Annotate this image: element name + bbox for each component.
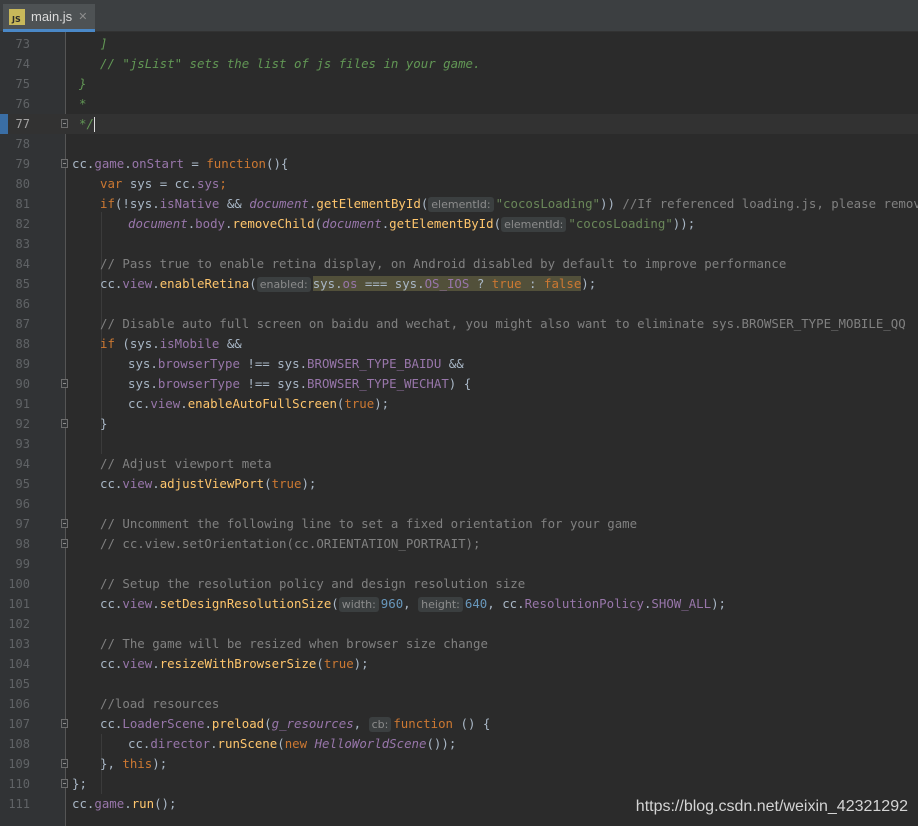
line-number: 102 (8, 617, 30, 631)
line-number: 78 (15, 137, 30, 151)
code-line: * (79, 96, 87, 111)
line-number: 94 (15, 457, 30, 471)
code-editor[interactable]: ] // "jsList" sets the list of js files … (0, 32, 918, 826)
code-line: cc.view.setDesignResolutionSize(width: 96… (100, 596, 727, 612)
js-file-icon: JS (9, 8, 25, 25)
parameter-hint: elementId: (501, 217, 567, 232)
line-number: 81 (15, 197, 30, 211)
code-line: cc.view.enableRetina(enabled: sys.os === … (100, 276, 597, 292)
line-number: 89 (15, 357, 30, 371)
text-caret (93, 117, 95, 132)
code-line: }, this); (0, 754, 918, 774)
code-line: // The game will be resized when browser… (100, 636, 488, 651)
code-line: //load resources (100, 696, 220, 711)
code-line: cc.view.resizeWithBrowserSize(true); (100, 656, 369, 671)
fold-icon[interactable] (61, 539, 68, 548)
code-line: */ (0, 114, 918, 134)
line-number: 92 (15, 417, 30, 431)
line-number: 97 (15, 517, 30, 531)
code-line: sys.browserType !== sys.BROWSER_TYPE_BAI… (128, 356, 464, 371)
line-number: 98 (15, 537, 30, 551)
code-line: if (sys.isMobile && (100, 336, 242, 351)
line-number: 111 (8, 797, 30, 811)
line-number: 86 (15, 297, 30, 311)
line-number: 79 (15, 157, 30, 171)
code-line: // Setup the resolution policy and desig… (100, 576, 526, 591)
line-number: 110 (8, 777, 30, 791)
line-number: 73 (15, 37, 30, 51)
code-line: } (79, 76, 87, 91)
fold-icon[interactable] (61, 719, 68, 728)
line-number: 100 (8, 577, 30, 591)
line-number: 88 (15, 337, 30, 351)
line-number: 90 (15, 377, 30, 391)
line-number: 108 (8, 737, 30, 751)
line-number: 82 (15, 217, 30, 231)
watermark: https://blog.csdn.net/weixin_42321292 (635, 798, 908, 815)
line-number: 77 (15, 117, 30, 131)
code-line: } (0, 414, 918, 434)
line-number: 106 (8, 697, 30, 711)
line-number: 96 (15, 497, 30, 511)
line-number: 95 (15, 477, 30, 491)
editor-tab-bar: JS main.js ✕ (0, 0, 918, 32)
code-line: }; (0, 774, 918, 794)
code-line: document.body.removeChild(document.getEl… (128, 216, 696, 232)
fold-icon[interactable] (61, 759, 68, 768)
fold-icon[interactable] (61, 779, 68, 788)
code-line: var sys = cc.sys; (100, 176, 227, 191)
line-number: 105 (8, 677, 30, 691)
line-number: 107 (8, 717, 30, 731)
fold-icon[interactable] (61, 379, 68, 388)
code-line: // cc.view.setOrientation(cc.ORIENTATION… (0, 534, 918, 554)
code-line: cc.director.runScene(new HelloWorldScene… (128, 736, 457, 751)
code-line: // Adjust viewport meta (100, 456, 272, 471)
fold-icon[interactable] (61, 419, 68, 428)
line-number: 93 (15, 437, 30, 451)
line-number: 85 (15, 277, 30, 291)
fold-icon[interactable] (61, 159, 68, 168)
parameter-hint: width: (338, 597, 379, 612)
line-number: 74 (15, 57, 30, 71)
close-icon[interactable]: ✕ (78, 10, 87, 23)
code-line: cc.view.enableAutoFullScreen(true); (128, 396, 390, 411)
parameter-hint: elementId: (428, 197, 494, 212)
tab-label: main.js (31, 9, 73, 24)
line-number: 104 (8, 657, 30, 671)
line-number: 83 (15, 237, 30, 251)
code-line: cc.LoaderScene.preload(g_resources, cb: f… (0, 714, 918, 734)
line-number: 103 (8, 637, 30, 651)
tab-main-js[interactable]: JS main.js ✕ (3, 4, 95, 32)
parameter-hint: enabled: (256, 277, 311, 292)
line-number: 80 (15, 177, 30, 191)
line-number: 76 (15, 97, 30, 111)
code-line: // Pass true to enable retina display, o… (100, 256, 787, 271)
line-number: 84 (15, 257, 30, 271)
code-line: sys.browserType !== sys.BROWSER_TYPE_WEC… (0, 374, 918, 394)
fold-icon[interactable] (61, 519, 68, 528)
line-number: 91 (15, 397, 30, 411)
fold-icon[interactable] (61, 119, 68, 128)
code-line: // Disable auto full screen on baidu and… (100, 316, 906, 331)
code-line: // "jsList" sets the list of js files in… (100, 56, 481, 71)
code-line: ] (100, 36, 108, 51)
line-number: 101 (8, 597, 30, 611)
code-line: cc.view.adjustViewPort(true); (100, 476, 317, 491)
code-line: if(!sys.isNative && document.getElementB… (100, 196, 918, 212)
line-number: 87 (15, 317, 30, 331)
parameter-hint: height: (418, 597, 463, 612)
parameter-hint: cb: (368, 717, 392, 732)
code-line: cc.game.onStart = function(){ (0, 154, 918, 174)
line-number: 75 (15, 77, 30, 91)
line-number: 99 (15, 557, 30, 571)
code-line: // Uncomment the following line to set a… (0, 514, 918, 534)
line-number: 109 (8, 757, 30, 771)
